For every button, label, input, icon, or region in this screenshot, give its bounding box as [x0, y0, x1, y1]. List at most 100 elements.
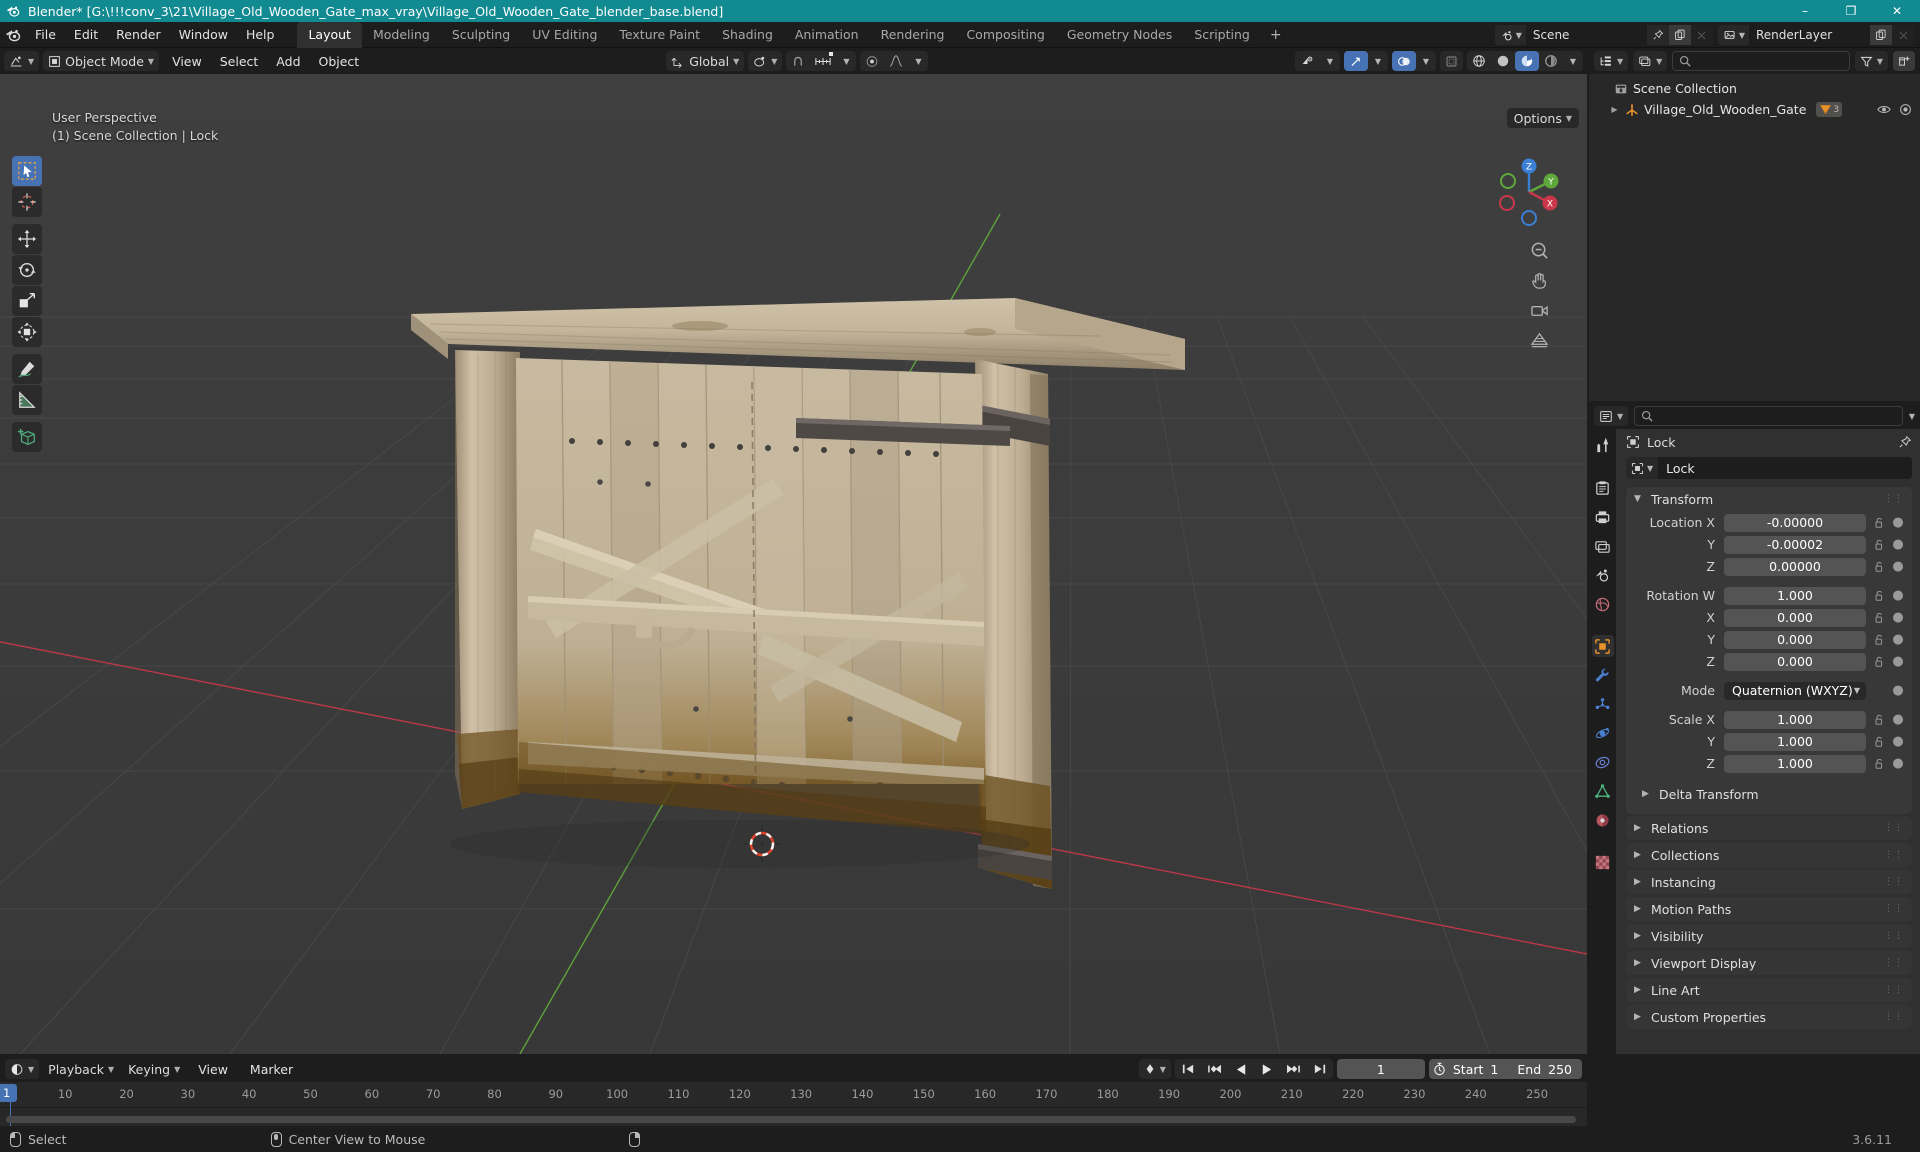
tab-layout[interactable]: Layout [297, 21, 362, 48]
outliner-search-input[interactable] [1672, 51, 1850, 71]
lock-icon[interactable] [1871, 590, 1887, 602]
lock-icon[interactable] [1871, 561, 1887, 573]
animate-dot-icon[interactable]: ● [1892, 683, 1904, 698]
motion-paths-panel-header[interactable]: ▶ Motion Paths ⋮⋮ [1626, 897, 1912, 921]
interaction-mode-selector[interactable]: Object Mode ▼ [43, 51, 160, 71]
outliner-editor[interactable]: ▼ ▼ ▼ Scene Collection ▶ Village_Old_Woo… [1589, 48, 1920, 401]
expand-triangle-icon[interactable]: ▶ [1609, 105, 1620, 114]
instancing-panel-header[interactable]: ▶ Instancing ⋮⋮ [1626, 870, 1912, 894]
jump-to-start-button[interactable] [1175, 1059, 1201, 1079]
close-button[interactable]: ✕ [1874, 0, 1920, 22]
disable-in-renders-icon[interactable] [1897, 103, 1914, 116]
animate-dot-icon[interactable]: ● [1892, 559, 1904, 574]
rotation-mode-dropdown[interactable]: Quaternion (WXYZ) ▼ [1724, 681, 1866, 700]
custom-properties-panel[interactable]: ▶ Custom Properties ⋮⋮ [1626, 1005, 1912, 1029]
tool-scale[interactable] [12, 286, 42, 316]
tab-rendering[interactable]: Rendering [870, 22, 956, 48]
view-layer-tab[interactable] [1592, 535, 1614, 557]
object-name-field[interactable]: Lock [1658, 457, 1912, 479]
show-overlays-icon[interactable] [1392, 51, 1416, 71]
delete-scene-icon[interactable] [1690, 25, 1713, 45]
properties-editor[interactable]: ▼ ▼ Lock ▼ Lock ▼ Transform ⋮⋮ Location … [1589, 403, 1920, 1054]
object-visibility-icon[interactable] [1295, 51, 1320, 71]
timeline-menu-keying[interactable]: Keying ▼ [123, 1059, 185, 1079]
menu-file[interactable]: File [26, 24, 65, 45]
pin-id-icon[interactable] [1898, 435, 1912, 449]
viewport-menu-select[interactable]: Select [211, 51, 268, 72]
view-layer-icon[interactable]: ▼ [1717, 25, 1750, 45]
scale-x-field[interactable]: 1.000 [1724, 710, 1866, 729]
overlays-chevron-icon[interactable]: ▼ [1416, 51, 1436, 71]
location-z-field[interactable]: 0.00000 [1724, 557, 1866, 576]
tool-transform[interactable] [12, 317, 42, 347]
menu-render[interactable]: Render [107, 24, 170, 45]
zoom-icon[interactable] [1527, 238, 1551, 262]
viewport-menu-object[interactable]: Object [310, 51, 369, 72]
outliner-display-mode-selector[interactable]: ▼ [1633, 51, 1668, 71]
rotation-z-field[interactable]: 0.000 [1724, 652, 1866, 671]
tab-uv-editing[interactable]: UV Editing [521, 22, 608, 48]
proportional-editing-group[interactable]: ▼ [860, 51, 929, 71]
menu-window[interactable]: Window [170, 24, 237, 45]
constraints-tab[interactable] [1592, 751, 1614, 773]
object-datablock-icon[interactable]: ▼ [1626, 457, 1659, 479]
falloff-chevron-icon[interactable]: ▼ [908, 51, 928, 71]
snap-magnet-icon[interactable] [786, 51, 810, 71]
timeline-menu-view[interactable]: View [189, 1059, 237, 1080]
lock-icon[interactable] [1871, 714, 1887, 726]
snap-increment-icon[interactable] [810, 51, 836, 71]
tab-compositing[interactable]: Compositing [955, 22, 1055, 48]
maximize-button[interactable]: ❐ [1828, 0, 1874, 22]
outliner-filter-button[interactable]: ▼ [1854, 51, 1888, 71]
viewport-canvas[interactable] [0, 74, 1587, 1054]
tool-tab[interactable] [1592, 435, 1614, 457]
visibility-group[interactable]: ▼ [1295, 51, 1340, 71]
pin-scene-icon[interactable] [1646, 25, 1669, 45]
physics-tab[interactable] [1592, 722, 1614, 744]
viewport-display-panel[interactable]: ▶ Viewport Display ⋮⋮ [1626, 951, 1912, 975]
use-preview-range-icon[interactable] [1433, 1062, 1446, 1076]
tool-add-cube[interactable] [12, 422, 42, 452]
lock-icon[interactable] [1871, 736, 1887, 748]
minimize-button[interactable]: – [1782, 0, 1828, 22]
play-button[interactable] [1254, 1059, 1279, 1079]
tool-measure[interactable] [12, 385, 42, 415]
animate-dot-icon[interactable]: ● [1892, 654, 1904, 669]
shading-solid-icon[interactable] [1491, 51, 1515, 71]
animate-dot-icon[interactable]: ● [1892, 712, 1904, 727]
tab-texture-paint[interactable]: Texture Paint [608, 22, 711, 48]
new-collection-button[interactable] [1893, 51, 1915, 71]
texture-tab[interactable] [1592, 851, 1614, 873]
timeline-menu-marker[interactable]: Marker [241, 1059, 302, 1080]
snap-chevron-icon[interactable]: ▼ [836, 51, 856, 71]
shading-material-preview-icon[interactable] [1515, 51, 1539, 71]
tab-modeling[interactable]: Modeling [362, 22, 441, 48]
delta-transform-subpanel-header[interactable]: ▶ Delta Transform [1634, 782, 1904, 806]
animate-dot-icon[interactable]: ● [1892, 588, 1904, 603]
add-workspace-button[interactable]: + [1261, 24, 1291, 46]
transform-panel-header[interactable]: ▼ Transform ⋮⋮ [1626, 487, 1912, 511]
viewlayer-selector[interactable]: ▼ RenderLayer [1717, 25, 1914, 45]
viewport-menu-view[interactable]: View [163, 51, 211, 72]
particles-tab[interactable] [1592, 693, 1614, 715]
line-art-panel[interactable]: ▶ Line Art ⋮⋮ [1626, 978, 1912, 1002]
animate-dot-icon[interactable]: ● [1892, 610, 1904, 625]
camera-icon[interactable] [1527, 298, 1551, 322]
animate-dot-icon[interactable]: ● [1892, 632, 1904, 647]
scene-tab[interactable] [1592, 564, 1614, 586]
lock-icon[interactable] [1871, 634, 1887, 646]
lock-icon[interactable] [1871, 758, 1887, 770]
shading-rendered-icon[interactable] [1539, 51, 1563, 71]
modifiers-tab[interactable] [1592, 664, 1614, 686]
hide-in-viewport-icon[interactable] [1876, 104, 1893, 115]
keyframe-type-selector[interactable]: ▼ [1138, 1059, 1171, 1079]
gizmo-group[interactable]: ▼ [1344, 51, 1388, 71]
outliner-row-village-old-wooden-gate[interactable]: ▶ Village_Old_Wooden_Gate 3 [1589, 99, 1920, 120]
scene-name-field[interactable]: Scene [1526, 25, 1647, 45]
timeline-ruler[interactable]: 1 10 20 30 40 50 60 70 80 90 100 110 120 130 140 150 16… [0, 1082, 1587, 1126]
tool-move[interactable] [12, 224, 42, 254]
relations-panel[interactable]: ▶ Relations ⋮⋮ [1626, 816, 1912, 840]
timeline-scroll-handle[interactable] [6, 1116, 1576, 1123]
properties-options-chevron-icon[interactable]: ▼ [1909, 412, 1915, 421]
outliner-row-scene-collection[interactable]: Scene Collection [1589, 78, 1920, 99]
